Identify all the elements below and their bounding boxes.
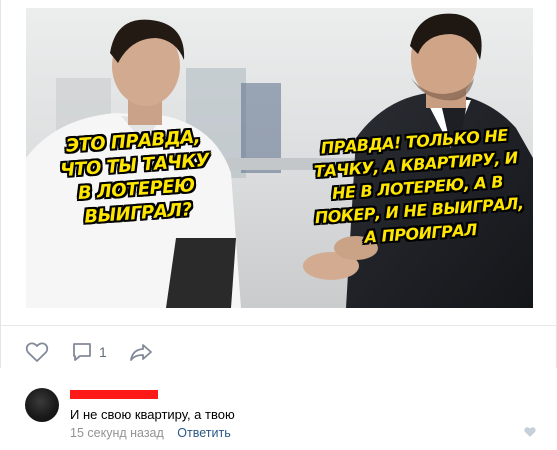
- caption-answer: ПРАВДА! ТОЛЬКО НЕ ТАЧКУ, А КВАРТИРУ, И Н…: [313, 125, 525, 247]
- heart-outline-icon: [25, 342, 49, 362]
- post-actions: 1: [25, 339, 175, 365]
- reply-link[interactable]: Ответить: [177, 426, 230, 440]
- comment-count: 1: [99, 344, 107, 360]
- meme-image[interactable]: ЭТО ПРАВДА, ЧТО ТЫ ТАЧКУ В ЛОТЕРЕЮ ВЫИГР…: [26, 8, 533, 308]
- post: ЭТО ПРАВДА, ЧТО ТЫ ТАЧКУ В ЛОТЕРЕЮ ВЫИГР…: [0, 0, 557, 368]
- comment-bubble-icon: [73, 343, 91, 361]
- commenter-avatar[interactable]: [25, 388, 59, 422]
- caption-question: ЭТО ПРАВДА, ЧТО ТЫ ТАЧКУ В ЛОТЕРЕЮ ВЫИГР…: [59, 126, 210, 228]
- comment-meta: 15 секунд назад Ответить: [70, 426, 231, 440]
- share-button[interactable]: [129, 341, 153, 363]
- post-divider: [1, 325, 557, 326]
- comment-button[interactable]: 1: [71, 341, 107, 363]
- like-button[interactable]: [25, 341, 49, 363]
- comments-section: И не свою квартиру, а твою 15 секунд наз…: [0, 376, 557, 450]
- comment-time[interactable]: 15 секунд назад: [70, 426, 164, 440]
- share-arrow-icon: [129, 344, 152, 361]
- comment-text: И не свою квартиру, а твою: [70, 407, 235, 422]
- commenter-name-redacted: [70, 390, 158, 399]
- heart-icon[interactable]: [523, 426, 537, 438]
